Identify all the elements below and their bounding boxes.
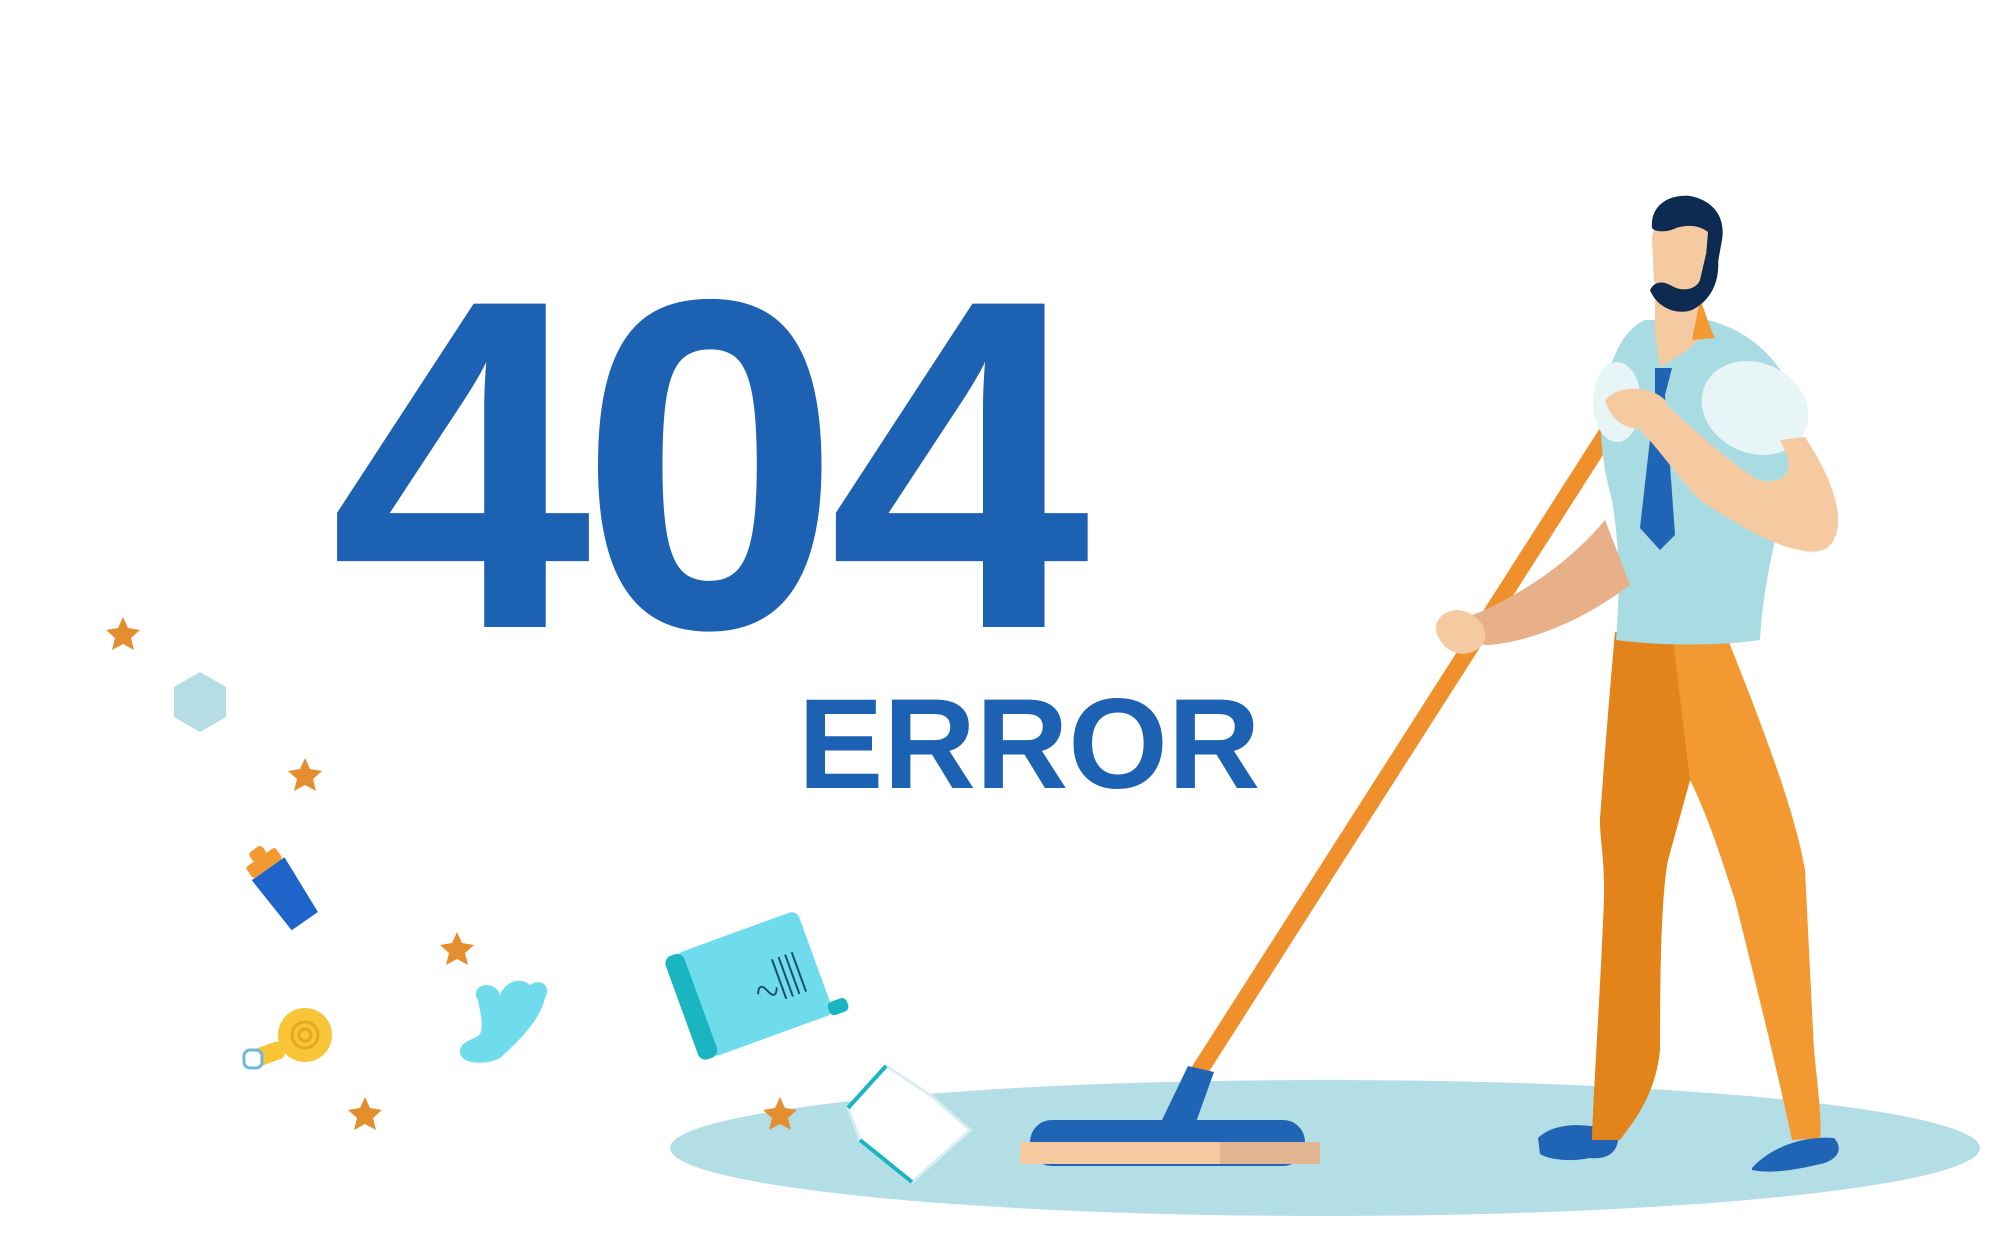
hexagon-icon [174, 672, 226, 732]
star-icon [348, 1097, 382, 1130]
star-icon [440, 932, 474, 965]
pants-shadow [1592, 632, 1690, 1140]
error-label: ERROR [798, 673, 1261, 816]
document-icon [665, 912, 849, 1060]
lightbulb-icon [242, 1008, 332, 1070]
star-icon [106, 617, 140, 650]
error-404-page: 404 ERROR [0, 0, 2000, 1250]
error-code-heading: 404 [330, 202, 1090, 727]
cup-icon [246, 846, 318, 931]
splash-icon [459, 980, 548, 1063]
star-icon [288, 758, 322, 791]
